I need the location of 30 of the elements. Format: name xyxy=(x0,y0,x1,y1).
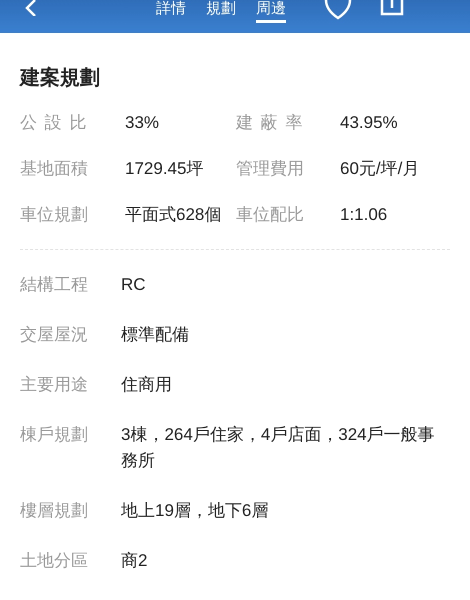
field-value: 平面式628個 xyxy=(125,204,222,226)
section-title: 建案規劃 xyxy=(20,65,101,91)
field-value: 商2 xyxy=(121,550,148,572)
nav-tab[interactable]: 詳情 xyxy=(156,0,186,23)
field-label: 主要用途 xyxy=(20,374,89,396)
field-value: 33% xyxy=(125,112,160,134)
field-value: 60元/坪/月 xyxy=(340,158,420,180)
field-value: 3棟，264戶住家，4戶店面，324戶一般事務所 xyxy=(121,424,436,472)
field-value: 地上19層，地下6層 xyxy=(121,500,270,522)
field-label: 棟戶規劃 xyxy=(20,424,89,446)
field-label: 樓層規劃 xyxy=(20,500,89,522)
field-value: 43.95% xyxy=(340,112,399,134)
nav-tab[interactable]: 規劃 xyxy=(206,0,236,23)
field-label: 車位配比 xyxy=(236,204,305,226)
field-label: 結構工程 xyxy=(20,274,89,296)
field-label: 公設比 xyxy=(20,112,95,134)
field-label: 建蔽率 xyxy=(236,112,311,134)
field-value: 1729.45坪 xyxy=(125,158,204,180)
back-icon[interactable] xyxy=(24,0,38,16)
nav-tab[interactable]: 周邊 xyxy=(256,0,286,23)
field-value: 住商用 xyxy=(121,374,173,396)
field-value: 1:1.06 xyxy=(340,204,388,226)
field-value: 標準配備 xyxy=(121,324,190,346)
field-label: 基地面積 xyxy=(20,158,89,180)
field-label: 車位規劃 xyxy=(20,204,89,226)
field-label: 交屋屋況 xyxy=(20,324,89,346)
field-value: RC xyxy=(121,274,147,296)
field-label: 管理費用 xyxy=(236,158,305,180)
share-icon[interactable] xyxy=(380,0,404,16)
field-label: 土地分區 xyxy=(20,550,89,572)
